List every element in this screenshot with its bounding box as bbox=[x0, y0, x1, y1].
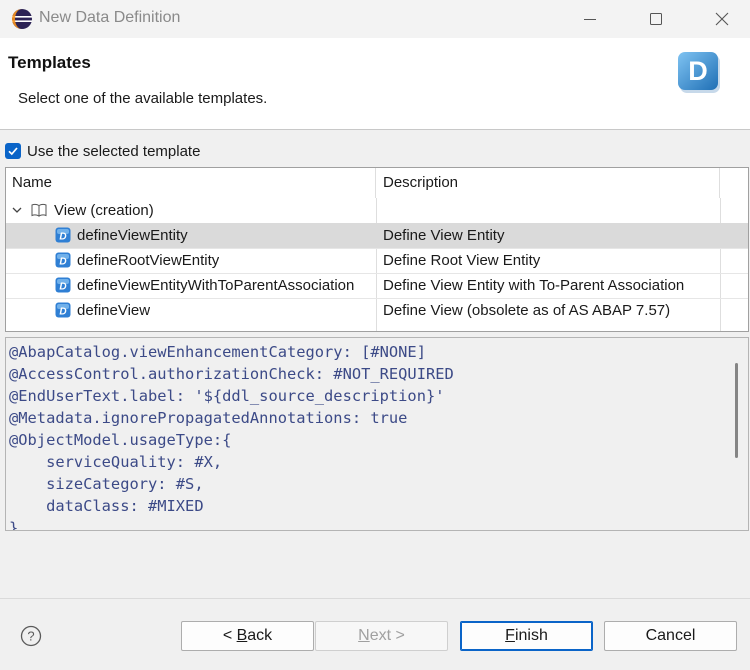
logo-letter: D bbox=[688, 56, 708, 86]
checkmark-icon bbox=[8, 147, 18, 156]
template-row[interactable]: D defineRootViewEntity Define Root View … bbox=[6, 248, 748, 273]
code-line: @AccessControl.authorizationCheck: #NOT_… bbox=[9, 365, 454, 383]
finish-mnemonic: F bbox=[505, 627, 515, 644]
template-description: Define View Entity with To-Parent Associ… bbox=[383, 277, 685, 294]
code-line: @Metadata.ignorePropagatedAnnotations: t… bbox=[9, 409, 408, 427]
template-icon: D bbox=[55, 227, 71, 243]
template-name: defineViewEntity bbox=[77, 227, 188, 244]
code-line: dataClass: #MIXED bbox=[9, 497, 204, 515]
code-line: @AbapCatalog.viewEnhancementCategory: [#… bbox=[9, 343, 426, 361]
svg-text:D: D bbox=[59, 307, 66, 318]
column-header-description[interactable]: Description bbox=[377, 168, 720, 198]
wizard-banner: Templates Select one of the available te… bbox=[0, 38, 750, 130]
tree-group-row[interactable]: View (creation) bbox=[6, 198, 748, 223]
templates-table[interactable]: Name Description View (creation) D defin… bbox=[5, 167, 749, 332]
help-icon[interactable]: ? bbox=[20, 625, 42, 647]
title-bar: New Data Definition bbox=[0, 0, 750, 38]
code-line: sizeCategory: #S, bbox=[9, 475, 204, 493]
preview-scrollbar[interactable] bbox=[735, 363, 738, 458]
tree-group-label: View (creation) bbox=[54, 202, 154, 219]
code-line: } bbox=[9, 519, 19, 531]
template-name: defineView bbox=[77, 302, 151, 319]
template-row[interactable]: D defineViewEntityWithToParentAssociatio… bbox=[6, 273, 748, 298]
minimize-icon bbox=[584, 19, 596, 20]
finish-button[interactable]: Finish bbox=[460, 621, 593, 651]
template-name: defineViewEntityWithToParentAssociation bbox=[77, 277, 355, 294]
checkbox-box[interactable] bbox=[5, 143, 21, 159]
row-divider bbox=[6, 273, 748, 274]
column-header-filler bbox=[721, 168, 748, 198]
template-row[interactable]: D defineView Define View (obsolete as of… bbox=[6, 298, 748, 323]
page-title: Templates bbox=[8, 53, 91, 72]
chevron-down-icon[interactable] bbox=[12, 206, 22, 214]
cancel-button[interactable]: Cancel bbox=[604, 621, 737, 651]
page-message: Select one of the available templates. bbox=[18, 90, 268, 107]
maximize-button[interactable] bbox=[633, 0, 679, 38]
svg-text:D: D bbox=[59, 257, 66, 268]
next-label-rest: ext bbox=[369, 627, 392, 644]
use-template-checkbox[interactable]: Use the selected template bbox=[5, 141, 200, 161]
window-title: New Data Definition bbox=[39, 9, 181, 26]
template-preview[interactable]: @AbapCatalog.viewEnhancementCategory: [#… bbox=[5, 337, 749, 531]
row-divider bbox=[6, 248, 748, 249]
next-mnemonic: N bbox=[358, 627, 370, 644]
template-icon: D bbox=[55, 302, 71, 318]
finish-label-rest: inish bbox=[514, 627, 548, 644]
code-line: @ObjectModel.usageType:{ bbox=[9, 431, 232, 449]
next-suffix: > bbox=[391, 627, 405, 644]
template-row[interactable]: D defineViewEntity Define View Entity bbox=[6, 223, 748, 248]
back-button[interactable]: < Back bbox=[181, 621, 314, 651]
svg-text:D: D bbox=[59, 232, 66, 243]
code-line: serviceQuality: #X, bbox=[9, 453, 223, 471]
template-icon: D bbox=[55, 252, 71, 268]
template-description: Define View Entity bbox=[383, 227, 505, 244]
maximize-icon bbox=[650, 13, 662, 25]
close-button[interactable] bbox=[699, 0, 745, 38]
close-icon bbox=[715, 12, 729, 26]
use-template-label: Use the selected template bbox=[27, 142, 201, 160]
svg-text:D: D bbox=[59, 282, 66, 293]
row-divider bbox=[6, 298, 748, 299]
template-name: defineRootViewEntity bbox=[77, 252, 220, 269]
svg-text:?: ? bbox=[27, 629, 34, 644]
back-prefix: < bbox=[222, 627, 237, 644]
template-description: Define View (obsolete as of AS ABAP 7.57… bbox=[383, 302, 671, 319]
ddl-wizard-logo-icon: D bbox=[678, 52, 720, 93]
book-icon bbox=[31, 203, 47, 217]
eclipse-icon bbox=[12, 9, 32, 29]
next-button[interactable]: Next > bbox=[315, 621, 448, 651]
footer-divider bbox=[0, 598, 750, 599]
minimize-button[interactable] bbox=[567, 0, 613, 38]
back-mnemonic: B bbox=[236, 627, 248, 644]
template-code[interactable]: @AbapCatalog.viewEnhancementCategory: [#… bbox=[9, 341, 454, 531]
column-header-name[interactable]: Name bbox=[6, 168, 376, 198]
back-label-rest: ack bbox=[247, 627, 273, 644]
code-line: @EndUserText.label: '${ddl_source_descri… bbox=[9, 387, 445, 405]
template-icon: D bbox=[55, 277, 71, 293]
template-description: Define Root View Entity bbox=[383, 252, 541, 269]
